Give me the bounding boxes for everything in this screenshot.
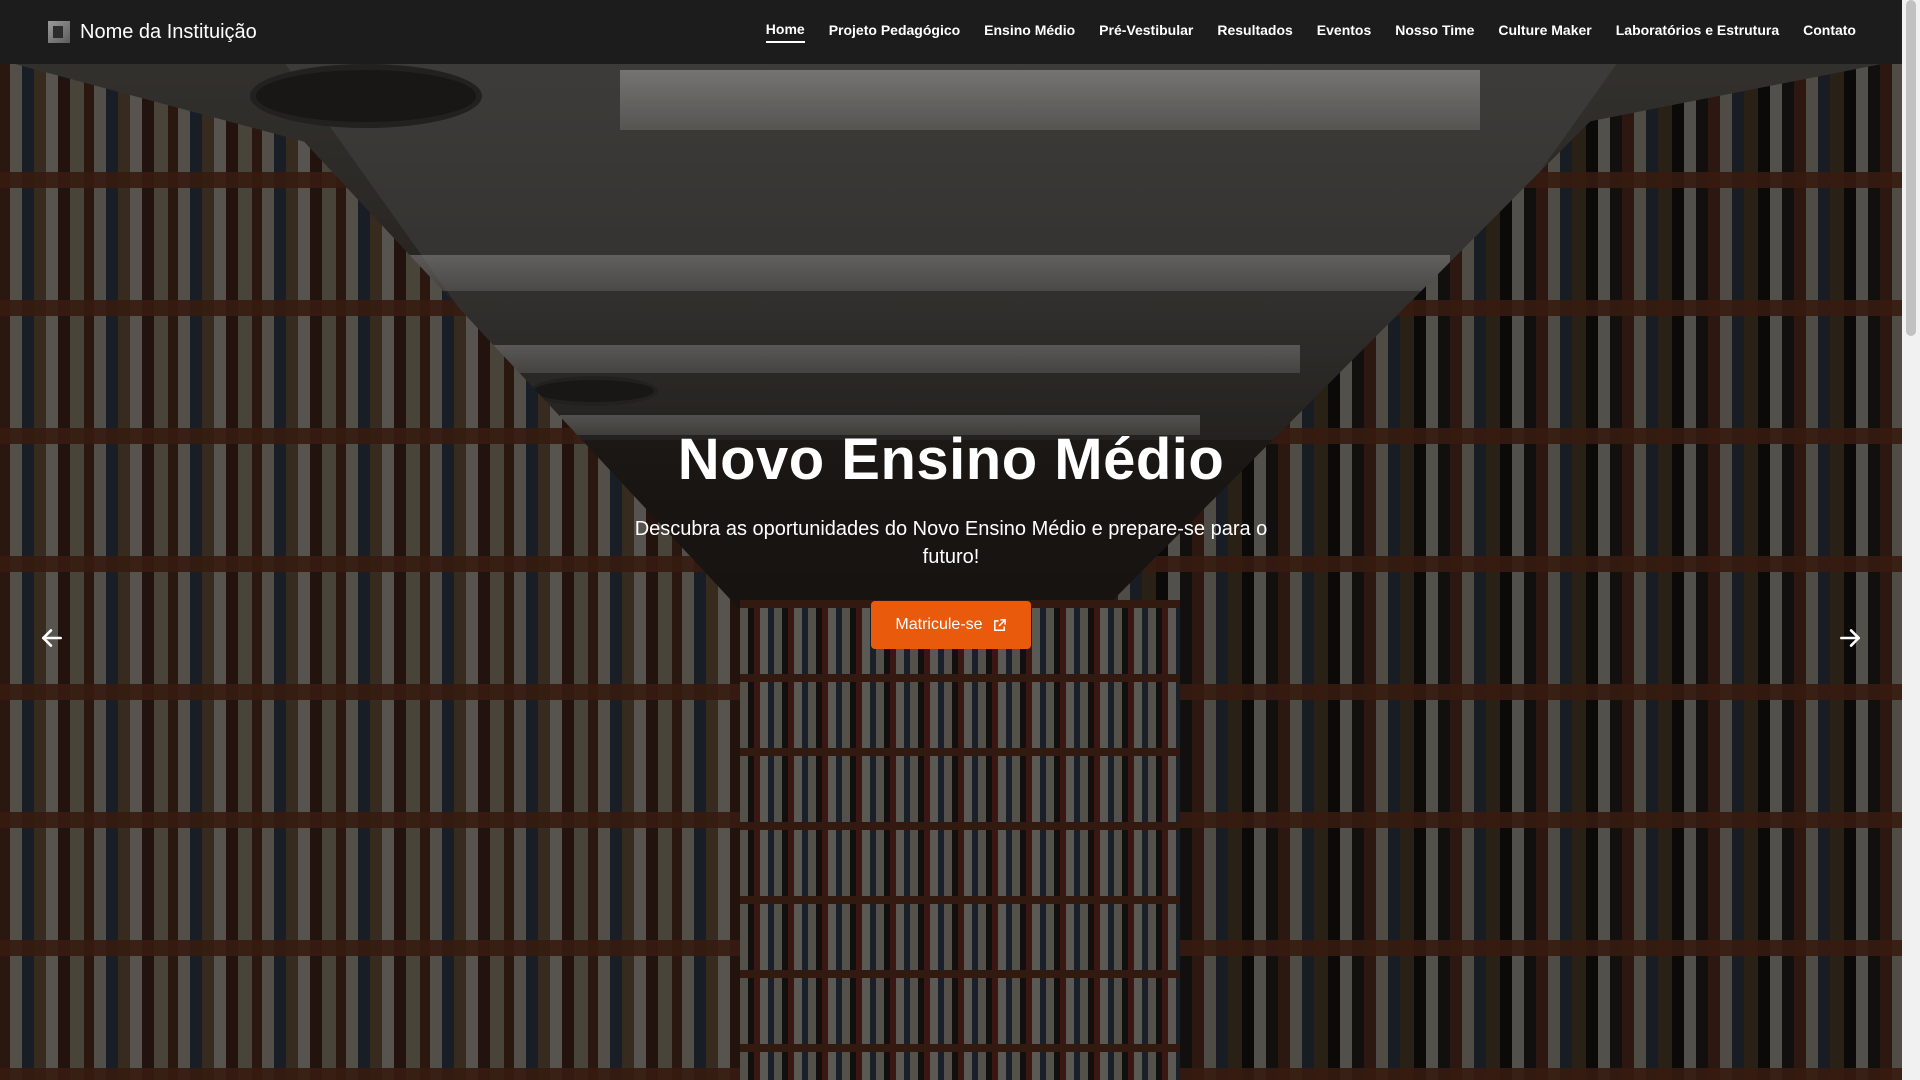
arrow-right-icon	[1837, 625, 1863, 656]
hero-subtitle: Descubra as oportunidades do Novo Ensino…	[634, 518, 1268, 568]
nav-link-eventos[interactable]: Eventos	[1317, 22, 1371, 42]
hero-content: Novo Ensino Médio Descubra as oportunida…	[0, 426, 1902, 649]
nav-link-culture-maker[interactable]: Culture Maker	[1498, 22, 1591, 42]
brand-link[interactable]: Nome da Instituição	[48, 21, 257, 44]
nav-link-resultados[interactable]: Resultados	[1217, 22, 1292, 42]
brand-name: Nome da Instituição	[80, 20, 257, 43]
carousel-next-button[interactable]	[1830, 620, 1870, 660]
nav-links: Home Projeto Pedagógico Ensino Médio Pré…	[742, 0, 1856, 64]
nav-link-laboratorios[interactable]: Laboratórios e Estrutura	[1616, 22, 1779, 42]
nav-link-pre-vestibular[interactable]: Pré-Vestibular	[1099, 22, 1193, 42]
enroll-button-label: Matricule-se	[895, 616, 983, 633]
brand-logo-icon	[48, 21, 70, 43]
nav-link-projeto-pedagogico[interactable]: Projeto Pedagógico	[829, 22, 960, 42]
page-scrollbar[interactable]	[1902, 0, 1920, 1080]
scrollbar-thumb[interactable]	[1906, 0, 1916, 336]
arrow-left-icon	[39, 625, 65, 656]
nav-link-ensino-medio[interactable]: Ensino Médio	[984, 22, 1075, 42]
enroll-button[interactable]: Matricule-se	[871, 601, 1031, 649]
carousel-prev-button[interactable]	[32, 620, 72, 660]
external-link-icon	[992, 618, 1007, 633]
page: Nome da Instituição Home Projeto Pedagóg…	[0, 0, 1920, 1080]
hero-title: Novo Ensino Médio	[677, 427, 1225, 492]
navbar: Nome da Instituição Home Projeto Pedagóg…	[0, 0, 1902, 64]
nav-link-contato[interactable]: Contato	[1803, 22, 1856, 42]
nav-link-nosso-time[interactable]: Nosso Time	[1395, 22, 1474, 42]
nav-link-home[interactable]: Home	[765, 21, 805, 43]
